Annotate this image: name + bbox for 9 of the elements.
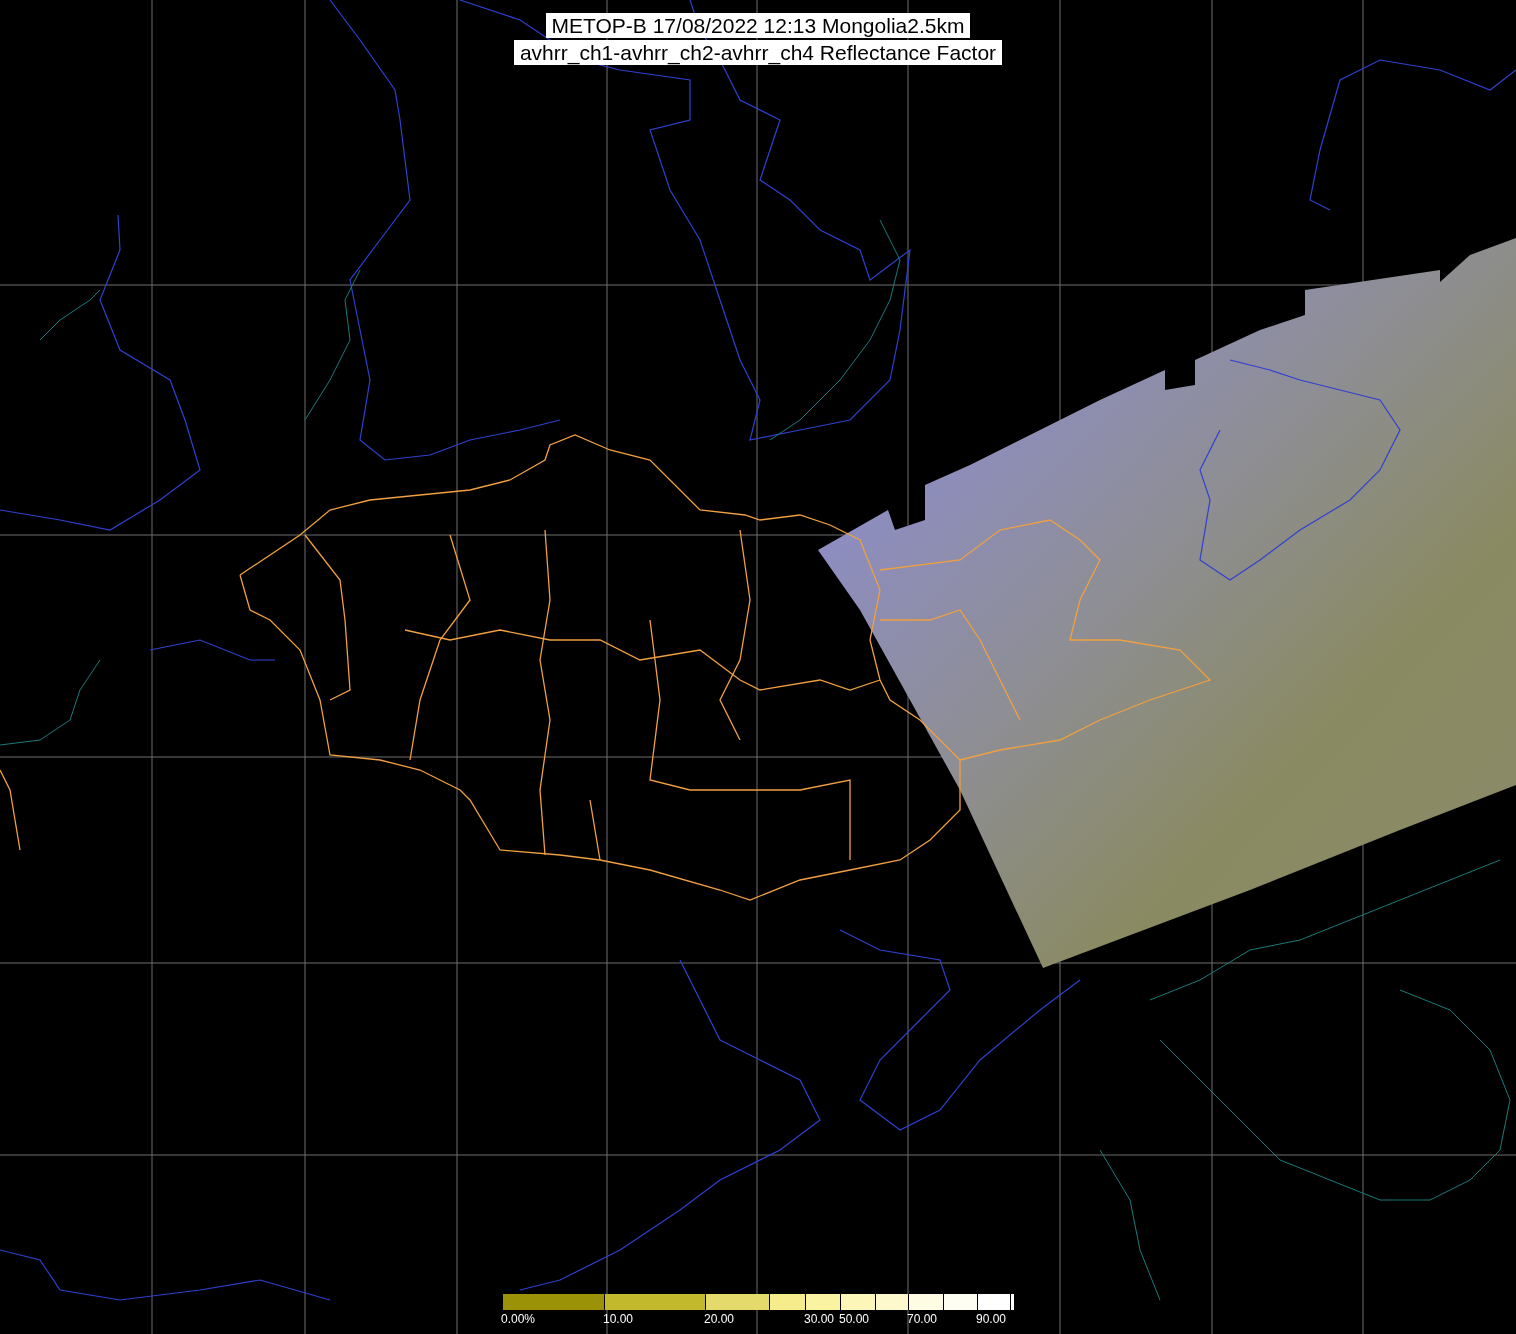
- colorbar-label: 50.00: [839, 1312, 870, 1326]
- colorbar-label: 10.00: [603, 1312, 634, 1326]
- colorbar-label: 0.00%: [501, 1312, 536, 1326]
- colorbar-label: 30.00: [804, 1312, 835, 1326]
- colorbar-label: 20.00: [704, 1312, 735, 1326]
- colorbar-label: 70.00: [907, 1312, 938, 1326]
- map-title: METOP-B 17/08/2022 12:13 Mongolia2.5km: [545, 13, 971, 38]
- colorbar-label: 90.00: [976, 1312, 1007, 1326]
- map-title: avhrr_ch1-avhrr_ch2-avhrr_ch4 Reflectance Factor: [513, 40, 1003, 65]
